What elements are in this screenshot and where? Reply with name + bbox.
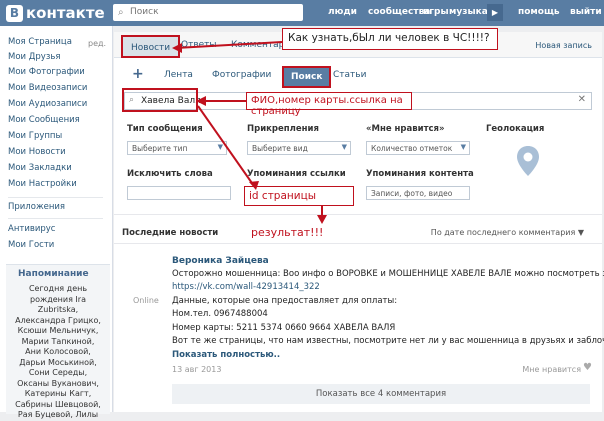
annotation-arrows (172, 41, 327, 224)
